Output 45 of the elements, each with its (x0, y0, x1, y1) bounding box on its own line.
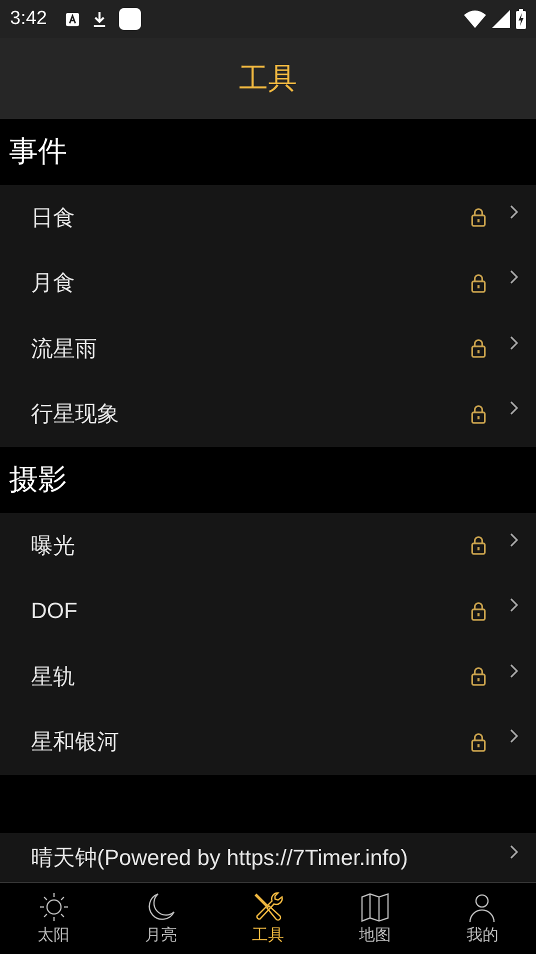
list-item[interactable]: 曝光 (0, 513, 536, 578)
list-item[interactable]: 星和银河 (0, 710, 536, 775)
list-item[interactable]: DOF (0, 578, 536, 644)
clock: 3:42 (10, 8, 47, 30)
item-label: 星和银河 (31, 728, 119, 756)
list-item[interactable]: 流星雨 (0, 316, 536, 382)
tools-icon (252, 891, 284, 923)
item-label: 流星雨 (31, 334, 97, 363)
keyboard-icon (64, 12, 80, 26)
download-icon (92, 10, 107, 28)
nav-tab[interactable]: 太阳 (0, 883, 108, 954)
battery-charging-icon (516, 9, 526, 29)
sun-icon (38, 891, 70, 923)
section-header: 摄影 (9, 461, 67, 498)
nav-tab[interactable]: 月亮 (107, 883, 214, 954)
chevron-right-icon (510, 270, 518, 284)
item-label: 月食 (31, 269, 75, 298)
nav-tab[interactable]: 地图 (322, 883, 429, 954)
wifi-icon (464, 10, 486, 28)
chevron-right-icon (510, 204, 518, 219)
section-header: 事件 (9, 133, 67, 170)
chevron-right-icon (510, 401, 518, 416)
signal-icon (492, 10, 510, 28)
nav-tab[interactable]: 我的 (428, 883, 536, 954)
item-label: 星轨 (31, 662, 75, 691)
chevron-right-icon (510, 845, 518, 859)
nav-tab[interactable]: 工具 (214, 883, 322, 954)
item-label: 曝光 (31, 532, 75, 560)
chevron-right-icon (510, 532, 518, 547)
list-item[interactable]: 晴天钟(Powered by https://7Timer.info) (0, 835, 536, 881)
list-item[interactable]: 星轨 (0, 644, 536, 710)
screen-title: 工具 (239, 60, 297, 96)
chevron-right-icon (510, 598, 518, 612)
item-label: 行星现象 (31, 400, 119, 428)
chevron-right-icon (510, 664, 518, 678)
item-label: 日食 (31, 204, 75, 232)
item-label: 晴天钟(Powered by https://7Timer.info) (31, 844, 408, 872)
chevron-right-icon (510, 729, 518, 744)
list-item[interactable]: 行星现象 (0, 382, 536, 447)
list-item[interactable]: 月食 (0, 250, 536, 316)
chevron-right-icon (510, 336, 518, 350)
map-icon (359, 891, 392, 923)
notification-icon (118, 8, 141, 30)
list-item[interactable]: 日食 (0, 185, 536, 250)
item-label: DOF (31, 598, 78, 624)
